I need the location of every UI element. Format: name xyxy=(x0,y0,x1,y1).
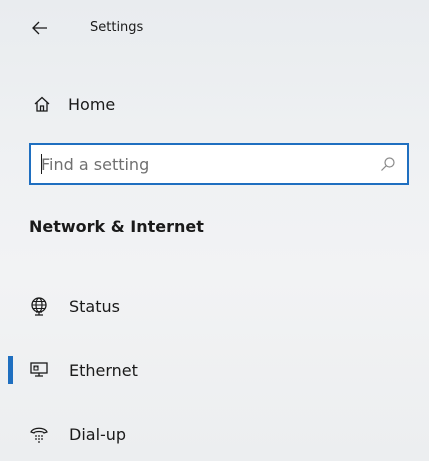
search-input[interactable] xyxy=(31,146,373,182)
title-bar: Settings xyxy=(0,0,429,60)
home-icon xyxy=(30,94,54,114)
home-label: Home xyxy=(68,94,116,114)
dial-up-icon xyxy=(28,423,50,445)
nav-item-label: Dial-up xyxy=(69,424,127,444)
search-icon[interactable] xyxy=(379,155,397,173)
selected-indicator xyxy=(8,356,13,384)
ethernet-icon xyxy=(28,359,50,381)
nav-item-ethernet[interactable]: Ethernet xyxy=(0,350,429,390)
nav-item-dial-up[interactable]: Dial-up xyxy=(0,414,429,454)
section-title: Network & Internet xyxy=(29,217,204,236)
nav-item-status[interactable]: Status xyxy=(0,286,429,326)
search-box[interactable] xyxy=(29,143,409,185)
text-caret xyxy=(41,154,42,174)
globe-icon xyxy=(28,295,50,317)
back-button[interactable] xyxy=(26,16,54,40)
settings-window: Settings Home Network & Internet xyxy=(0,0,429,461)
back-arrow-icon xyxy=(32,21,47,35)
nav-item-label: Status xyxy=(69,296,120,316)
home-nav-item[interactable]: Home xyxy=(22,88,417,120)
window-title: Settings xyxy=(90,20,144,35)
nav-item-label: Ethernet xyxy=(69,360,138,380)
